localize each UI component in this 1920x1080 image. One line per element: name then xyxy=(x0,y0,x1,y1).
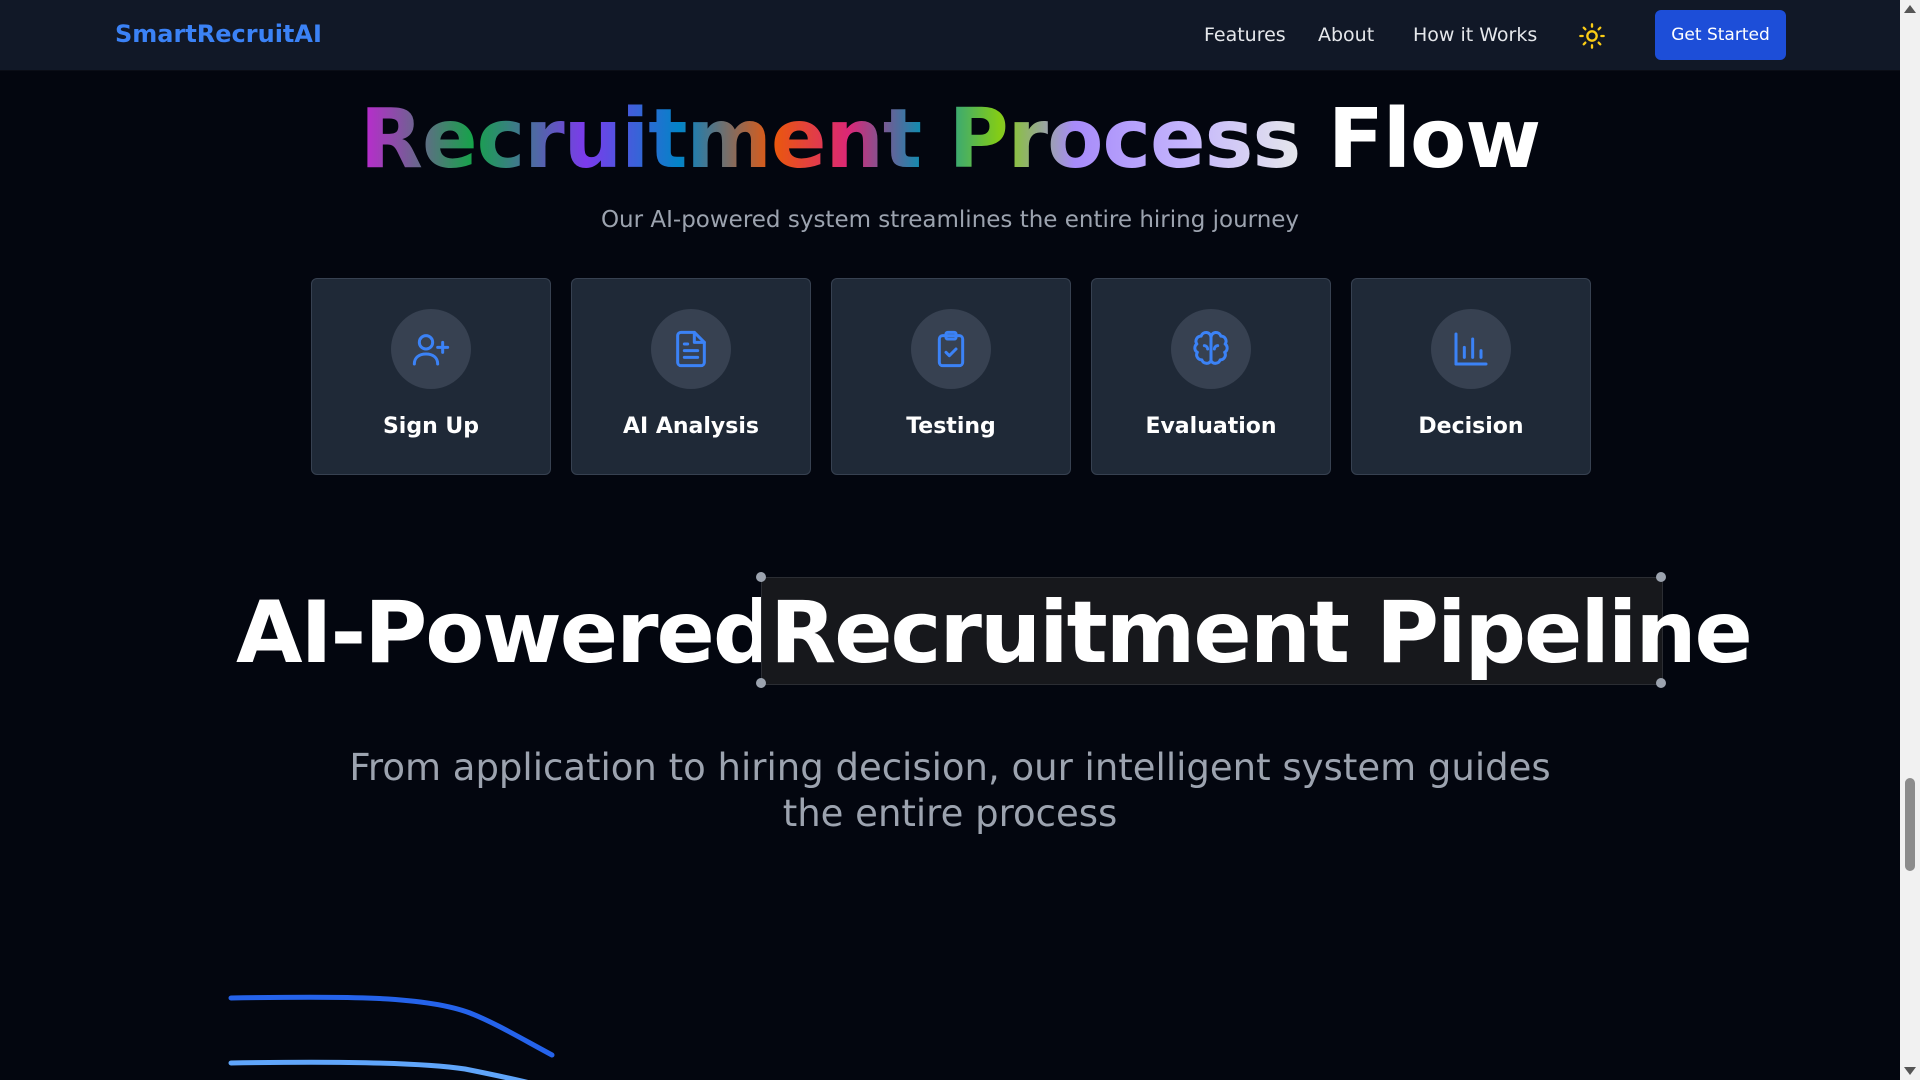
step-icon-circle xyxy=(391,309,471,389)
scrollbar[interactable] xyxy=(1900,0,1920,1080)
scroll-down-arrow-icon[interactable] xyxy=(1904,1067,1916,1075)
step-label: Testing xyxy=(906,414,996,439)
step-card-ai-analysis[interactable]: AI Analysis xyxy=(571,278,811,475)
process-steps: Sign Up AI Analysis Testing Evaluation D… xyxy=(311,278,1591,475)
bar-chart-icon xyxy=(1454,332,1488,366)
scrollbar-thumb[interactable] xyxy=(1905,778,1915,871)
page: SmartRecruitAI Features About How it Wor… xyxy=(0,0,1920,1080)
resize-handle-bottom-right[interactable] xyxy=(1656,678,1666,688)
step-icon-circle xyxy=(911,309,991,389)
step-card-testing[interactable]: Testing xyxy=(831,278,1071,475)
resize-handle-top-left[interactable] xyxy=(756,572,766,582)
step-icon-circle xyxy=(1171,309,1251,389)
step-card-sign-up[interactable]: Sign Up xyxy=(311,278,551,475)
nav-link-how-it-works[interactable]: How it Works xyxy=(1413,24,1537,46)
flow-title-gradient-text: Recruitment Process xyxy=(359,92,1301,187)
step-label: AI Analysis xyxy=(622,414,760,439)
decorative-flow-curves xyxy=(228,994,555,1080)
clipboard-check-icon xyxy=(937,330,965,368)
resize-handle-top-right[interactable] xyxy=(1656,572,1666,582)
nav-link-about[interactable]: About xyxy=(1318,24,1374,46)
brand-logo[interactable]: SmartRecruitAI xyxy=(115,20,322,48)
navbar: SmartRecruitAI Features About How it Wor… xyxy=(0,0,1900,70)
pipeline-subtitle-line2: the entire process xyxy=(782,792,1118,835)
step-label: Sign Up xyxy=(382,414,480,439)
flow-title-plain-text: Flow xyxy=(1327,92,1541,187)
sun-icon xyxy=(1579,23,1605,49)
flow-section-title: Recruitment Process Flow xyxy=(0,92,1900,187)
step-icon-circle xyxy=(651,309,731,389)
step-card-decision[interactable]: Decision xyxy=(1351,278,1591,475)
step-icon-circle xyxy=(1431,309,1511,389)
nav-link-features[interactable]: Features xyxy=(1204,24,1286,46)
pipeline-subtitle: From application to hiring decision, our… xyxy=(0,745,1900,837)
flow-section-subtitle: Our AI-powered system streamlines the en… xyxy=(600,207,1300,233)
scroll-up-arrow-icon[interactable] xyxy=(1904,5,1916,13)
pipeline-title-part2[interactable]: Recruitment Pipeline xyxy=(770,583,1753,683)
document-icon xyxy=(676,330,706,368)
theme-toggle-button[interactable] xyxy=(1578,22,1606,50)
step-card-evaluation[interactable]: Evaluation xyxy=(1091,278,1331,475)
get-started-button[interactable]: Get Started xyxy=(1655,10,1786,60)
pipeline-title-part1: AI-Powered xyxy=(236,583,774,683)
user-plus-icon xyxy=(412,334,450,366)
resize-handle-bottom-left[interactable] xyxy=(756,678,766,688)
step-label: Evaluation xyxy=(1145,414,1277,439)
pipeline-subtitle-line1: From application to hiring decision, our… xyxy=(349,746,1551,789)
brain-icon xyxy=(1193,330,1229,365)
step-label: Decision xyxy=(1418,414,1524,439)
